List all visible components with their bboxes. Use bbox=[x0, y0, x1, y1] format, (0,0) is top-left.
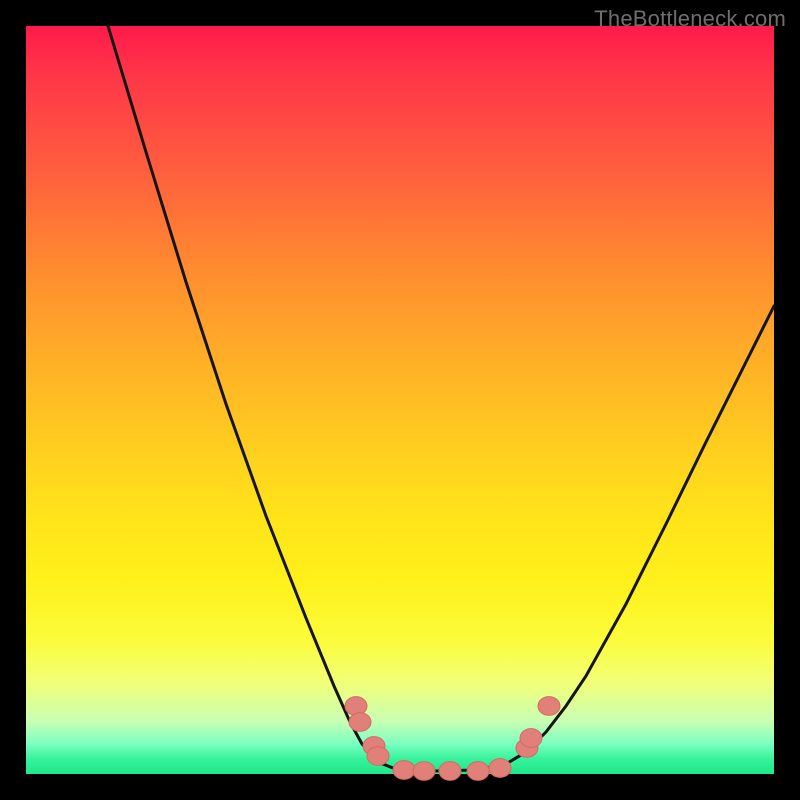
chart-panel bbox=[26, 26, 774, 774]
bottleneck-curve-chart bbox=[26, 26, 774, 774]
curve-marker bbox=[520, 729, 542, 748]
curve-marker bbox=[413, 762, 435, 781]
curve-marker bbox=[393, 761, 415, 780]
curve-marker bbox=[345, 697, 367, 716]
curve-marker bbox=[439, 762, 461, 781]
curve-marker bbox=[349, 713, 371, 732]
curve-line bbox=[108, 26, 774, 771]
curve-markers-group bbox=[345, 697, 560, 781]
curve-marker bbox=[489, 759, 511, 778]
curve-marker bbox=[367, 747, 389, 766]
curve-marker bbox=[538, 697, 560, 716]
curve-marker bbox=[467, 762, 489, 781]
